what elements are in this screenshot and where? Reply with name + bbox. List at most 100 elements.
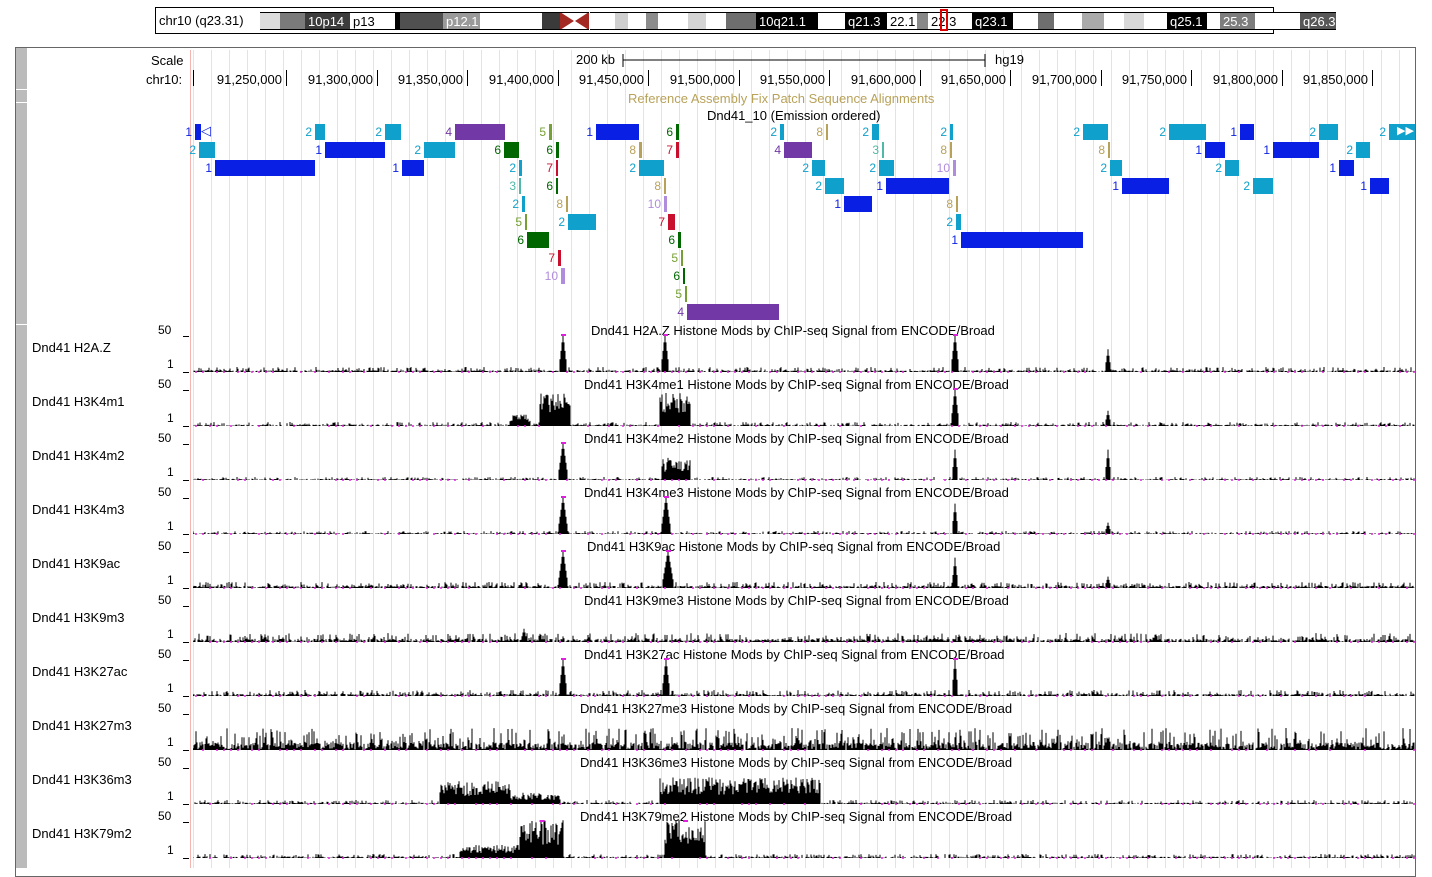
ideogram-band[interactable]: 22.1 (887, 12, 917, 30)
chromatin-state-segment[interactable] (556, 142, 559, 158)
chromatin-state-segment[interactable] (1319, 124, 1338, 140)
chromatin-state-segment[interactable] (681, 250, 683, 266)
ideogram-band[interactable] (658, 12, 688, 30)
track-label[interactable]: Dnd41 H3K4m3 (32, 502, 125, 517)
track-label[interactable]: Dnd41 H3K27ac (32, 664, 127, 679)
chromatin-state-segment[interactable] (527, 232, 549, 248)
signal-plot[interactable] (193, 550, 1415, 590)
ideogram-band[interactable] (1038, 12, 1054, 30)
ideogram-band[interactable]: 22.3 (928, 12, 972, 30)
chromatin-state-segment[interactable] (879, 160, 894, 176)
signal-plot[interactable] (193, 496, 1415, 536)
ideogram-band[interactable]: q23.1 (972, 12, 1013, 30)
chromatin-state-segment[interactable] (566, 196, 568, 212)
ideogram-band[interactable] (1104, 12, 1124, 30)
ideogram-band[interactable] (615, 12, 628, 30)
chromatin-state-segment[interactable] (685, 286, 687, 302)
chromatin-state-segment[interactable] (956, 196, 958, 212)
ideogram-band[interactable] (646, 12, 658, 30)
ideogram-band[interactable]: 10p14 (305, 12, 350, 30)
ideogram-band[interactable]: q26.3 (1300, 12, 1336, 30)
chromatin-state-segment[interactable] (953, 160, 956, 176)
chromatin-state-segment[interactable] (1370, 178, 1389, 194)
track-label[interactable]: Dnd41 H3K36m3 (32, 772, 132, 787)
chromatin-state-segment[interactable] (596, 124, 639, 140)
ideogram-band[interactable] (1054, 12, 1082, 30)
signal-plot[interactable] (193, 388, 1415, 428)
ideogram-band[interactable] (1144, 12, 1167, 30)
ideogram-band[interactable] (818, 12, 845, 30)
signal-plot[interactable] (193, 820, 1415, 860)
chromatin-state-segment[interactable] (950, 124, 953, 140)
chromatin-state-segment[interactable] (844, 196, 872, 212)
ideogram-bands[interactable]: 10p14 p13 p12.1 10q21.1 q21.3 22.1 22.3 q23.1 q2… (260, 9, 1336, 31)
chromatin-state-segment[interactable] (676, 124, 679, 140)
track-handle-column[interactable] (16, 48, 27, 868)
ideogram-band[interactable] (542, 12, 561, 30)
ideogram-band[interactable] (706, 12, 726, 30)
chromatin-state-segment[interactable] (639, 160, 664, 176)
ideogram-band[interactable] (590, 12, 615, 30)
chromatin-state-segment[interactable] (522, 196, 525, 212)
ideogram-band[interactable]: p13 (350, 12, 395, 30)
ideogram-band[interactable] (480, 12, 542, 30)
track-label[interactable]: Dnd41 H3K9ac (32, 556, 120, 571)
chromosome-ideogram[interactable]: chr10 (q23.31) 10p14 p13 p12.1 10q21.1 q21.3… (155, 7, 1336, 34)
track-label[interactable]: Dnd41 H3K79m2 (32, 826, 132, 841)
chromatin-state-segment[interactable] (639, 142, 642, 158)
chromatin-state-segment[interactable] (504, 142, 519, 158)
chromatin-state-segment[interactable] (1108, 142, 1110, 158)
ideogram-band[interactable] (280, 12, 305, 30)
ideogram-band[interactable]: 10q21.1 (756, 12, 818, 30)
chromatin-state-segment[interactable] (664, 178, 666, 194)
chromatin-state-segment[interactable] (678, 232, 681, 248)
chromatin-state-segment[interactable] (315, 124, 325, 140)
chromatin-state-segment[interactable] (1253, 178, 1273, 194)
chromatin-state-segment[interactable] (519, 178, 521, 194)
chromatin-state-segment[interactable] (1240, 124, 1254, 140)
track-label[interactable]: Dnd41 H3K4m2 (32, 448, 125, 463)
signal-plot[interactable] (193, 442, 1415, 482)
ideogram-band[interactable]: q25.1 (1167, 12, 1207, 30)
chromatin-state-segment[interactable] (549, 124, 552, 140)
chromatin-state-segment[interactable] (1110, 160, 1122, 176)
ideogram-band[interactable] (917, 12, 928, 30)
chromatin-state-segment[interactable] (558, 250, 561, 266)
track-label[interactable]: Dnd41 H3K4m1 (32, 394, 125, 409)
chromatin-state-segment[interactable] (519, 160, 522, 176)
signal-plot[interactable] (193, 604, 1415, 644)
ideogram-band[interactable] (688, 12, 706, 30)
chromatin-state-segment[interactable] (956, 214, 961, 230)
chromatin-state-segment[interactable] (385, 124, 401, 140)
chromatin-state-segment[interactable] (886, 178, 949, 194)
ideogram-band[interactable] (1013, 12, 1038, 30)
chromatin-state-segment[interactable] (556, 160, 558, 176)
signal-plot[interactable] (193, 712, 1415, 752)
chromatin-state-segment[interactable] (812, 160, 825, 176)
chromatin-state-segment[interactable] (664, 196, 667, 212)
ideogram-band[interactable] (1207, 12, 1220, 30)
chromatin-state-segment[interactable] (1273, 142, 1319, 158)
chromatin-state-segment[interactable] (556, 178, 558, 194)
chromatin-state-segment[interactable] (325, 142, 385, 158)
chromatin-state-segment[interactable] (882, 142, 884, 158)
chromatin-state-segment[interactable] (424, 142, 455, 158)
chromatin-state-segment[interactable] (199, 142, 215, 158)
chromatin-state-segment[interactable] (676, 142, 679, 158)
signal-plot[interactable] (193, 766, 1415, 806)
track-label[interactable]: Dnd41 H3K27m3 (32, 718, 132, 733)
chromatin-state-segment[interactable] (455, 124, 505, 140)
chromatin-state-segment[interactable] (826, 124, 828, 140)
ideogram-band[interactable]: q21.3 (845, 12, 887, 30)
chromatin-state-segment[interactable] (1356, 142, 1370, 158)
chromatin-state-segment[interactable] (1225, 160, 1239, 176)
chromatin-state-segment[interactable] (872, 124, 879, 140)
chromatin-state-segment[interactable] (525, 214, 527, 230)
chromatin-state-segment[interactable] (1339, 160, 1354, 176)
ideogram-band[interactable] (726, 12, 756, 30)
signal-plot[interactable] (193, 334, 1415, 374)
chromatin-state-segment[interactable] (1169, 124, 1206, 140)
chromatin-state-segment[interactable] (1205, 142, 1225, 158)
chromatin-state-segment[interactable] (402, 160, 424, 176)
chromatin-state-segment[interactable] (687, 304, 779, 320)
